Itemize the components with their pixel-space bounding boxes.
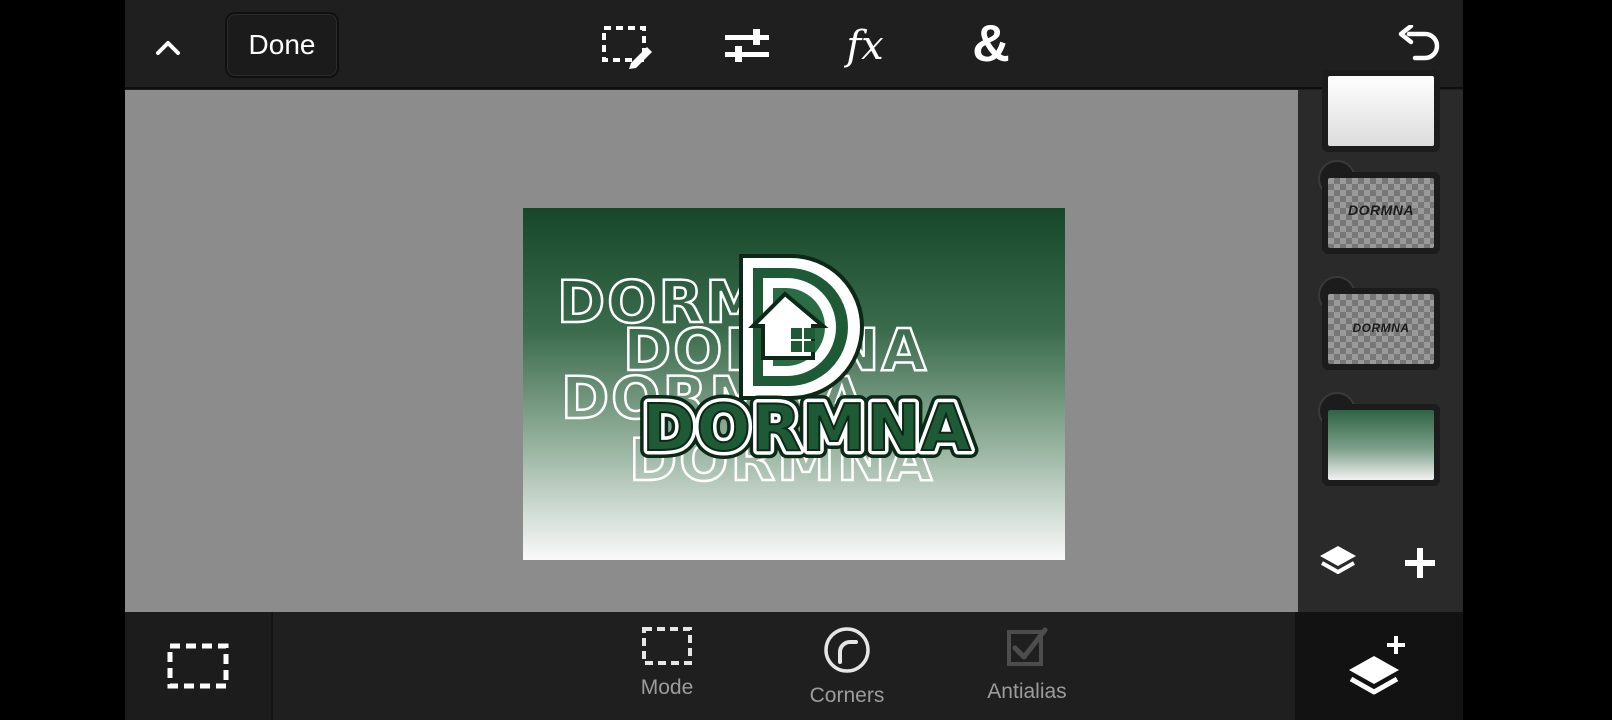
corners-button[interactable]: Corners <box>787 626 907 714</box>
selection-tool-button[interactable] <box>125 612 273 720</box>
layer-thumb-white <box>1328 76 1434 146</box>
corners-label: Corners <box>809 684 885 707</box>
add-layer-button[interactable] <box>1394 538 1446 588</box>
collapse-button[interactable] <box>143 22 193 72</box>
main-logo-text: DORMNA DORMNA DORMNA <box>634 384 979 474</box>
layer-thumb-gradient <box>1328 410 1434 480</box>
dashed-rect-icon <box>167 643 229 689</box>
add-layer-stack-button[interactable] <box>1295 612 1463 720</box>
top-toolbar: Done fx & <box>125 0 1463 89</box>
corners-icon <box>824 627 870 673</box>
dashed-rect-icon <box>642 627 692 665</box>
antialias-checkbox-icon <box>1007 627 1048 666</box>
adjustments-icon <box>725 29 769 62</box>
svg-text:DORMNA: DORMNA <box>642 392 972 466</box>
layer-thumb-text: DORMNA <box>1348 202 1414 218</box>
chevron-up-icon <box>156 41 180 55</box>
house-emblem <box>739 254 864 400</box>
layer-thumb-text: DORMNA <box>1352 321 1410 335</box>
selection-edit-icon <box>602 26 652 69</box>
layer-thumb-dormna-small: DORMNA <box>1328 294 1434 364</box>
done-button[interactable]: Done <box>225 12 339 78</box>
undo-button[interactable] <box>1391 20 1447 72</box>
layer-card-white[interactable] <box>1322 70 1440 152</box>
adjustments-button[interactable] <box>719 20 775 72</box>
app-window: Done fx & DORMNA DORMNA DORMNA DORMNA DO… <box>125 0 1463 720</box>
layers-icon <box>1320 546 1356 574</box>
antialias-label: Antialias <box>987 680 1067 703</box>
plus-icon <box>1405 548 1435 578</box>
layers-panel: DORMNA DORMNA <box>1298 70 1463 612</box>
mode-button[interactable]: Mode <box>607 626 727 714</box>
dormna-logo-artwork: DORMNA DORMNA DORMNA DORMNA DORMNA DORMN… <box>556 254 979 495</box>
selection-edit-button[interactable] <box>599 20 655 72</box>
layer-thumb-dormna: DORMNA <box>1328 178 1434 248</box>
layer-card-dormna-text[interactable]: DORMNA <box>1322 172 1440 254</box>
layers-button[interactable] <box>1312 538 1364 588</box>
bottom-toolbar: Mode Corners Antialias <box>125 612 1463 720</box>
canvas-area[interactable]: DORMNA DORMNA DORMNA DORMNA DORMNA DORMN… <box>125 90 1298 612</box>
blend-button[interactable]: & <box>963 14 1019 74</box>
layer-card-gradient[interactable] <box>1322 404 1440 486</box>
antialias-button[interactable]: Antialias <box>967 626 1087 714</box>
artboard[interactable]: DORMNA DORMNA DORMNA DORMNA DORMNA DORMN… <box>523 208 1065 560</box>
layer-card-dormna-small[interactable]: DORMNA <box>1322 288 1440 370</box>
undo-icon <box>1398 25 1440 61</box>
layers-add-icon <box>1349 636 1405 695</box>
fx-button[interactable]: fx <box>837 18 893 74</box>
mode-label: Mode <box>640 676 694 699</box>
